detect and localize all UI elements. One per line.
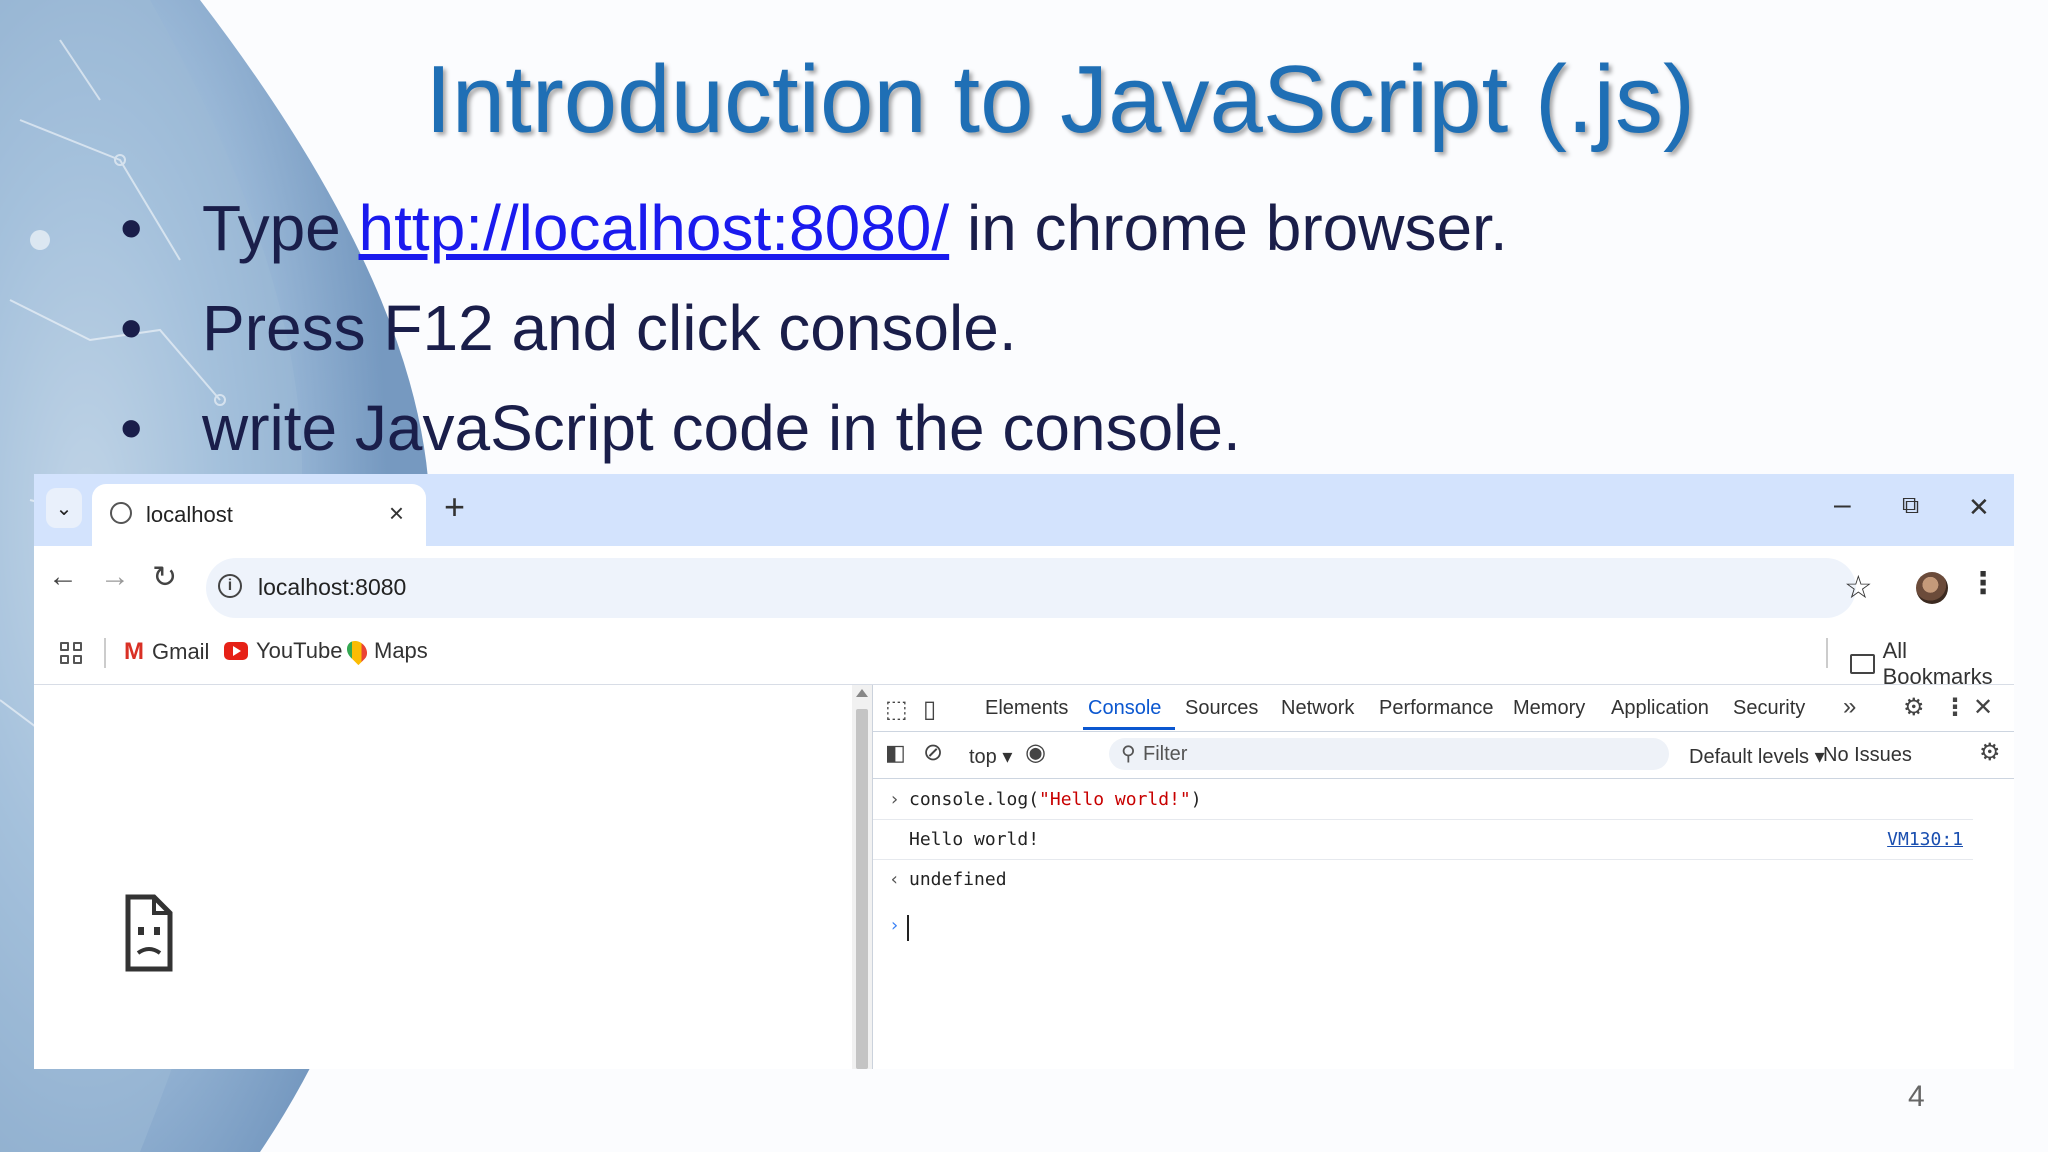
scroll-up-icon[interactable]	[856, 689, 868, 697]
browser-menu-icon[interactable]: ⋮	[1968, 566, 1998, 601]
bookmark-star-icon[interactable]: ☆	[1844, 568, 1873, 606]
console-result-line: ‹ undefined	[873, 861, 1973, 899]
apps-grid-icon[interactable]	[60, 642, 82, 664]
devtools-panel: ⬚ ▯ Elements Console Sources Network Per…	[872, 685, 2014, 1069]
tab-console[interactable]: Console	[1088, 697, 1161, 720]
page-scrollbar[interactable]	[852, 685, 872, 1069]
device-toolbar-icon[interactable]: ▯	[923, 695, 936, 724]
issues-button[interactable]: No Issues	[1823, 744, 1912, 767]
bookmark-separator	[104, 638, 106, 668]
bookmark-maps-label: Maps	[374, 638, 428, 663]
clear-console-icon[interactable]: ⊘	[923, 738, 943, 767]
bullet-dot: •	[120, 192, 143, 264]
context-selector[interactable]: top ▾	[969, 744, 1012, 769]
live-expression-eye-icon[interactable]: ◉	[1025, 738, 1046, 767]
site-info-icon[interactable]: i	[218, 574, 242, 598]
result-arrow-icon: ‹	[889, 869, 900, 890]
localhost-link[interactable]: http://localhost:8080/	[359, 192, 950, 264]
console-prompt-icon: ›	[889, 915, 900, 936]
address-url: localhost:8080	[258, 574, 407, 600]
tab-elements[interactable]: Elements	[985, 697, 1068, 720]
youtube-icon	[224, 642, 248, 660]
tab-sources[interactable]: Sources	[1185, 697, 1258, 720]
console-code-prefix: console.log(	[909, 789, 1040, 810]
tab-security[interactable]: Security	[1733, 697, 1805, 720]
tab-network[interactable]: Network	[1281, 697, 1354, 720]
globe-icon	[110, 502, 132, 524]
more-tabs-icon[interactable]: »	[1843, 693, 1856, 721]
slide-title: Introduction to JavaScript (.js)	[425, 46, 1695, 153]
bullet-item-2: • Press F12 and click console.	[120, 278, 1508, 378]
console-code-string: "Hello world!"	[1039, 789, 1191, 810]
back-button[interactable]: ←	[48, 560, 78, 594]
sad-page-icon	[125, 894, 173, 972]
bookmark-gmail[interactable]: M Gmail	[124, 638, 209, 666]
console-code-suffix: )	[1190, 789, 1202, 810]
all-bookmarks-button[interactable]: All Bookmarks	[1850, 638, 2014, 690]
bullet-1-prefix: Type	[202, 192, 359, 264]
active-tab-indicator	[1083, 727, 1175, 730]
filter-placeholder: Filter	[1143, 743, 1188, 765]
console-input-caret[interactable]	[907, 915, 909, 941]
bullet-dot: •	[120, 392, 143, 464]
page-viewport	[34, 685, 852, 1069]
bullet-2-text: Press F12 and click console.	[202, 292, 1017, 364]
restore-button[interactable]: ⧉	[1902, 492, 1919, 520]
close-window-button[interactable]: ✕	[1968, 492, 1990, 523]
devtools-close-icon[interactable]: ✕	[1973, 693, 1993, 722]
console-output-line: Hello world! VM130:1	[873, 821, 1973, 860]
browser-window: ⌄ localhost × + – ⧉ ✕ ← → ↻ i localhost:…	[34, 474, 2014, 1069]
tab-title: localhost	[146, 502, 233, 527]
bullet-list: • Type http://localhost:8080/ in chrome …	[120, 178, 1508, 478]
bullet-3-text: write JavaScript code in the console.	[202, 392, 1241, 464]
tab-memory[interactable]: Memory	[1513, 697, 1585, 720]
filter-icon: ⚲	[1121, 743, 1136, 765]
tab-strip: ⌄ localhost × + – ⧉ ✕	[34, 474, 2014, 546]
address-bar[interactable]: i localhost:8080	[206, 558, 1856, 618]
reload-button[interactable]: ↻	[152, 560, 177, 595]
profile-avatar[interactable]	[1916, 572, 1948, 604]
devtools-tab-bar: ⬚ ▯ Elements Console Sources Network Per…	[873, 685, 2014, 732]
slide: Introduction to JavaScript (.js) • Type …	[0, 0, 2048, 1152]
console-result-text: undefined	[909, 869, 1007, 890]
devtools-menu-icon[interactable]: ⋮	[1943, 693, 1967, 722]
bookmark-youtube-label: YouTube	[256, 638, 343, 663]
bullet-item-3: • write JavaScript code in the console.	[120, 378, 1508, 478]
bullet-dot: •	[120, 292, 143, 364]
settings-gear-icon[interactable]: ⚙	[1903, 693, 1925, 722]
gmail-icon: M	[124, 638, 144, 665]
bookmark-maps[interactable]: Maps	[342, 636, 428, 666]
console-toolbar: ◧ ⊘ top ▾ ◉ ⚲ Filter Default levels ▾ No…	[873, 732, 2014, 779]
source-link[interactable]: VM130:1	[1887, 829, 1963, 850]
tab-application[interactable]: Application	[1611, 697, 1709, 720]
console-settings-icon[interactable]: ⚙	[1979, 738, 2001, 767]
console-output-text: Hello world!	[909, 829, 1040, 850]
inspect-element-icon[interactable]: ⬚	[885, 695, 908, 724]
input-arrow-icon: ›	[889, 789, 900, 810]
forward-button[interactable]: →	[100, 560, 130, 594]
bookmark-separator	[1826, 638, 1828, 668]
page-number: 4	[1908, 1080, 1925, 1113]
all-bookmarks-label: All Bookmarks	[1882, 638, 1993, 689]
scrollbar-thumb[interactable]	[856, 709, 868, 1069]
bullet-item-1: • Type http://localhost:8080/ in chrome …	[120, 178, 1508, 278]
bookmark-youtube[interactable]: YouTube	[224, 638, 342, 664]
maps-icon	[342, 636, 372, 666]
new-tab-button[interactable]: +	[444, 486, 465, 528]
tab-localhost[interactable]: localhost ×	[92, 484, 426, 546]
bullet-1-suffix: in chrome browser.	[949, 192, 1508, 264]
console-input-line: › console.log("Hello world!")	[873, 781, 1973, 820]
minimize-button[interactable]: –	[1834, 488, 1851, 522]
tab-search-button[interactable]: ⌄	[46, 488, 82, 528]
folder-icon	[1850, 654, 1875, 674]
tab-performance[interactable]: Performance	[1379, 697, 1494, 720]
tab-close-button[interactable]: ×	[389, 498, 404, 529]
sidebar-toggle-icon[interactable]: ◧	[885, 740, 906, 766]
bookmark-gmail-label: Gmail	[152, 639, 210, 664]
log-levels-dropdown[interactable]: Default levels ▾	[1689, 744, 1825, 769]
console-filter-input[interactable]: ⚲ Filter	[1109, 738, 1669, 770]
